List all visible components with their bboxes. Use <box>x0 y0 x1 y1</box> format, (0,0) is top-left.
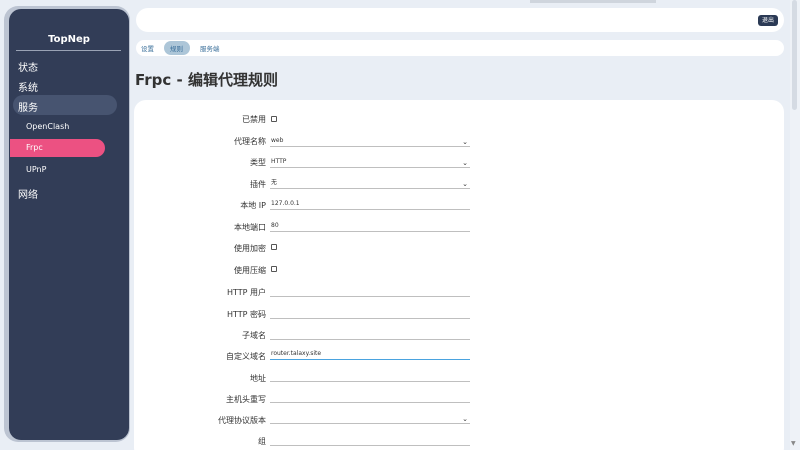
sidebar-item-network[interactable]: 网络 <box>18 186 38 201</box>
local-ip-input[interactable]: 127.0.0.1 <box>270 198 470 210</box>
sidebar-item-services[interactable]: 服务 <box>18 99 38 114</box>
subdomain-input[interactable] <box>270 328 470 340</box>
proxy-protocol-version-select[interactable]: ⌄ <box>270 412 470 424</box>
top-bar: 退出 <box>136 8 784 32</box>
label-local-port: 本地端口 <box>234 223 266 232</box>
disabled-checkbox[interactable] <box>271 116 277 122</box>
tab-settings[interactable]: 设置 <box>141 43 154 53</box>
http-password-input[interactable] <box>270 307 470 319</box>
label-use-compression: 使用压缩 <box>234 266 266 275</box>
type-value: HTTP <box>271 158 287 165</box>
tab-rules[interactable]: 规则 <box>170 43 183 53</box>
sidebar: TopNep 状态 系统 服务 OpenClash Frpc UPnP 网络 <box>9 9 129 440</box>
top-scroll-indicator <box>530 0 656 3</box>
sidebar-subitem-frpc[interactable]: Frpc <box>26 143 43 152</box>
brand-logo[interactable]: TopNep <box>9 34 129 45</box>
custom-domain-input[interactable]: router.talaxy.site <box>270 348 470 360</box>
submenu-active-highlight <box>10 139 105 157</box>
label-plugin: 插件 <box>250 180 266 189</box>
label-http-password: HTTP 密码 <box>226 310 266 319</box>
scrollbar-thumb[interactable] <box>792 0 797 110</box>
plugin-select[interactable]: 无 ⌄ <box>270 177 470 189</box>
tab-server[interactable]: 服务端 <box>200 43 220 53</box>
label-type: 类型 <box>250 158 266 167</box>
host-header-rewrite-input[interactable] <box>270 391 470 403</box>
local-ip-value: 127.0.0.1 <box>271 200 300 207</box>
plugin-value: 无 <box>271 179 278 186</box>
label-disabled: 已禁用 <box>242 115 266 124</box>
sidebar-subitem-openclash[interactable]: OpenClash <box>26 122 69 131</box>
label-proxy-name: 代理名称 <box>234 137 266 146</box>
http-user-input[interactable] <box>270 285 470 297</box>
tab-bar: 设置 规则 服务端 <box>136 40 784 56</box>
sidebar-subitem-upnp[interactable]: UPnP <box>26 165 46 174</box>
page-title: Frpc - 编辑代理规则 <box>135 71 278 89</box>
group-input[interactable] <box>270 434 470 446</box>
sidebar-item-system[interactable]: 系统 <box>18 79 38 94</box>
label-custom-domain: 自定义域名 <box>226 352 266 361</box>
chevron-down-icon: ⌄ <box>462 180 468 188</box>
chevron-down-icon: ⌄ <box>462 159 468 167</box>
local-port-value: 80 <box>271 222 279 229</box>
label-http-user: HTTP 用户 <box>226 288 266 297</box>
proxy-name-value: web <box>271 137 284 144</box>
address-input[interactable] <box>270 370 470 382</box>
label-address: 地址 <box>250 374 266 383</box>
chevron-down-icon: ⌄ <box>462 138 468 146</box>
sidebar-item-status[interactable]: 状态 <box>18 59 38 74</box>
label-host-header-rewrite: 主机头重写 <box>226 395 266 404</box>
compression-checkbox[interactable] <box>271 266 277 272</box>
label-use-encryption: 使用加密 <box>234 244 266 253</box>
custom-domain-value: router.talaxy.site <box>271 350 322 357</box>
encryption-checkbox[interactable] <box>271 244 277 250</box>
chevron-down-icon: ⌄ <box>462 415 468 423</box>
local-port-input[interactable]: 80 <box>270 220 470 232</box>
type-select[interactable]: HTTP ⌄ <box>270 156 470 168</box>
logout-button[interactable]: 退出 <box>757 15 778 26</box>
proxy-name-select[interactable]: web ⌄ <box>270 135 470 147</box>
label-proxy-protocol-version: 代理协议版本 <box>218 416 266 425</box>
brand-divider <box>16 50 121 51</box>
label-local-ip: 本地 IP <box>240 201 266 210</box>
scroll-down-icon[interactable]: ▼ <box>791 440 796 447</box>
label-subdomain: 子域名 <box>242 331 266 340</box>
label-group: 组 <box>258 437 266 446</box>
